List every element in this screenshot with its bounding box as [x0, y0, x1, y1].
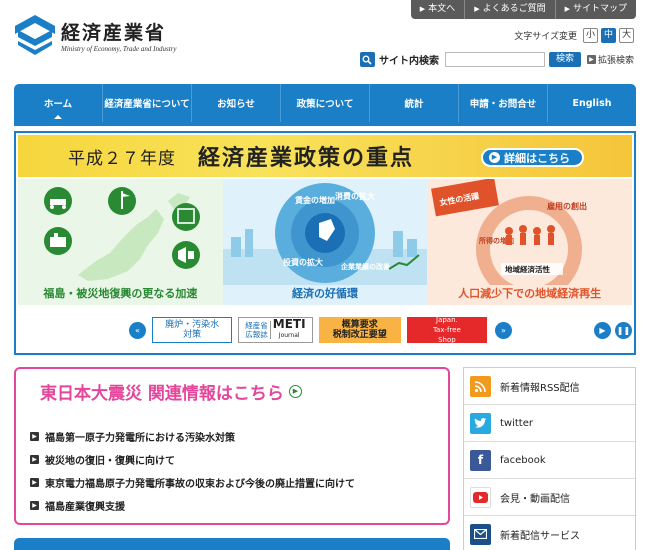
chevron-right-icon: ▶: [586, 55, 596, 64]
list-item[interactable]: ▶ 福島産業復興支援: [30, 494, 355, 517]
banner-decommissioning[interactable]: 廃炉・汚染水 対策: [152, 317, 233, 343]
site-logo[interactable]: 経済産業省 Ministry of Economy, Trade and Ind…: [14, 14, 177, 56]
sidebar-item-mail[interactable]: 新着配信サービス: [464, 516, 635, 550]
earthquake-info-box: 東日本大震災 関連情報はこちら ▶ ▶ 福島第一原子力発電所における汚染水対策 ▶…: [14, 367, 450, 525]
earthquake-link-list: ▶ 福島第一原子力発電所における汚染水対策 ▶ 被災地の復旧・復興に向けて ▶ 東京電…: [30, 425, 355, 517]
regional-economy-illustration: 女性の活躍 雇用の創出 所得の増加 地域経済活性: [431, 179, 587, 302]
hero-details-button[interactable]: ▶ 詳細はこちら: [481, 148, 584, 167]
svg-text:消費の拡大: 消費の拡大: [335, 191, 375, 201]
utility-bar: ▶ 本文へ ▶ よくあるご質問 ▶ サイトマップ: [410, 0, 636, 19]
next-section-header: [14, 538, 450, 550]
font-size-small-button[interactable]: 小: [583, 28, 598, 43]
panel-caption-fukushima: 福島・被災地復興の更なる加速: [43, 287, 198, 300]
sidebar-item-video[interactable]: 会見・動画配信: [464, 479, 635, 516]
nav-item-contact[interactable]: 申請・お問合せ: [459, 84, 548, 122]
font-size-controls: 文字サイズ変更 小 中 大: [514, 28, 634, 43]
advanced-search-link[interactable]: ▶ 拡張検索: [586, 53, 634, 66]
carousel-prev-button[interactable]: «: [129, 321, 146, 339]
sidebar-item-rss[interactable]: 新着情報RSS配信: [464, 368, 635, 405]
site-search: サイト内検索 検索 ▶ 拡張検索: [359, 52, 634, 67]
nav-item-policy[interactable]: 政策について: [281, 84, 370, 122]
sidebar-item-twitter[interactable]: twitter: [464, 405, 635, 442]
font-size-large-button[interactable]: 大: [619, 28, 634, 43]
mail-icon: [470, 523, 491, 545]
hero-panel-fukushima[interactable]: 福島・被災地復興の更なる加速: [18, 179, 223, 305]
nav-item-about[interactable]: 経済産業省について: [103, 84, 192, 122]
nav-item-english[interactable]: English: [548, 84, 636, 122]
list-item[interactable]: ▶ 被災地の復旧・復興に向けて: [30, 448, 355, 471]
search-icon: [359, 52, 375, 67]
font-size-label: 文字サイズ変更: [514, 32, 577, 42]
svg-text:投資の拡大: 投資の拡大: [283, 257, 323, 267]
banner-tax-free-shop[interactable]: Japan. Tax-free Shop: [406, 316, 487, 344]
logo-name-en: Ministry of Economy, Trade and Industry: [61, 44, 177, 53]
nav-item-statistics[interactable]: 統計: [370, 84, 459, 122]
hero-title: 経済産業政策の重点: [198, 145, 415, 171]
hero-banner: 平成２７年度 経済産業政策の重点 ▶ 詳細はこちら 福島・被災地復興の更なる加速…: [14, 131, 636, 355]
chevron-right-icon: ▶: [30, 478, 39, 487]
list-item[interactable]: ▶ 東京電力福島原子力発電所事故の収束および今後の廃止措置に向けて: [30, 471, 355, 494]
economy-cycle-illustration: 賃金の増加 消費の拡大 投資の拡大 企業業績の改善: [222, 183, 428, 285]
earthquake-info-title[interactable]: 東日本大震災 関連情報はこちら ▶: [40, 379, 302, 404]
search-input[interactable]: [444, 52, 545, 67]
chevron-right-icon: ▶: [489, 152, 500, 163]
sidebar-item-facebook[interactable]: f facebook: [464, 442, 635, 479]
sidebar: 新着情報RSS配信 twitter f facebook 会見・動画配信 新着配…: [463, 367, 636, 550]
page: ▶ 本文へ ▶ よくあるご質問 ▶ サイトマップ 経済産業省 Ministry of …: [0, 0, 650, 550]
youtube-icon: [470, 486, 491, 508]
panel-caption-regional: 人口減少下での地域経済再生: [458, 287, 602, 300]
japan-map-illustration: [44, 187, 200, 281]
chevron-right-icon: ▶: [288, 385, 302, 398]
chevron-right-icon: ▶: [474, 5, 480, 13]
hero-panels: 福島・被災地復興の更なる加速 賃金の増加 消費の拡大 投資の拡大 企業業績の改善…: [18, 179, 633, 305]
panel-caption-economy: 経済の好循環: [292, 287, 358, 300]
chevron-right-icon: ▶: [419, 5, 426, 13]
search-button[interactable]: 検索: [548, 52, 581, 67]
svg-text:雇用の創出: 雇用の創出: [546, 201, 587, 211]
slideshow-pause-icon[interactable]: ❚❚: [614, 321, 632, 339]
font-size-medium-button[interactable]: 中: [601, 28, 616, 43]
banner-budget-request[interactable]: 概算要求 税制改正要望: [318, 317, 401, 343]
twitter-icon: [470, 412, 491, 434]
banner-meti-journal[interactable]: 経産省 広報誌 METI Journal: [238, 317, 313, 343]
rss-icon: [470, 375, 491, 397]
chevron-right-icon: ▶: [30, 432, 39, 441]
svg-text:賃金の増加: 賃金の増加: [294, 195, 335, 205]
utility-link-faq[interactable]: ▶ よくあるご質問: [464, 0, 554, 19]
hero-panel-regional[interactable]: 女性の活躍 雇用の創出 所得の増加 地域経済活性 人口減少下での地域経済再生: [427, 179, 633, 305]
hero-quick-links: « 廃炉・汚染水 対策 経産省 広報誌 METI Journal 概算要求 税制改正…: [18, 309, 632, 351]
logo-name-ja: 経済産業省: [61, 21, 167, 44]
chevron-right-icon: ▶: [30, 501, 39, 510]
svg-text:地域経済活性: 地域経済活性: [505, 264, 550, 274]
main-nav: ホーム 経済産業省について お知らせ 政策について 統計 申請・お問合せ Eng…: [14, 84, 636, 122]
hero-panel-economy[interactable]: 賃金の増加 消費の拡大 投資の拡大 企業業績の改善 経済の好循環: [222, 179, 428, 305]
nav-divider: [14, 122, 636, 126]
hero-header[interactable]: 平成２７年度 経済産業政策の重点 ▶ 詳細はこちら: [18, 135, 632, 177]
carousel-next-button[interactable]: »: [494, 321, 512, 339]
hero-year: 平成２７年度: [68, 148, 176, 169]
chevron-right-icon: ▶: [30, 455, 39, 464]
facebook-icon: f: [470, 449, 491, 471]
utility-link-sitemap[interactable]: ▶ サイトマップ: [554, 0, 636, 19]
chevron-right-icon: ▶: [564, 5, 570, 13]
nav-item-home[interactable]: ホーム: [14, 84, 103, 122]
meti-logo-icon: [15, 15, 55, 55]
slideshow-play-icon[interactable]: ▶: [593, 321, 611, 339]
utility-link-skip[interactable]: ▶ 本文へ: [411, 0, 464, 19]
search-label: サイト内検索: [378, 56, 439, 67]
nav-item-news[interactable]: お知らせ: [192, 84, 281, 122]
list-item[interactable]: ▶ 福島第一原子力発電所における汚染水対策: [30, 425, 355, 448]
svg-text:企業業績の改善: 企業業績の改善: [340, 262, 390, 271]
